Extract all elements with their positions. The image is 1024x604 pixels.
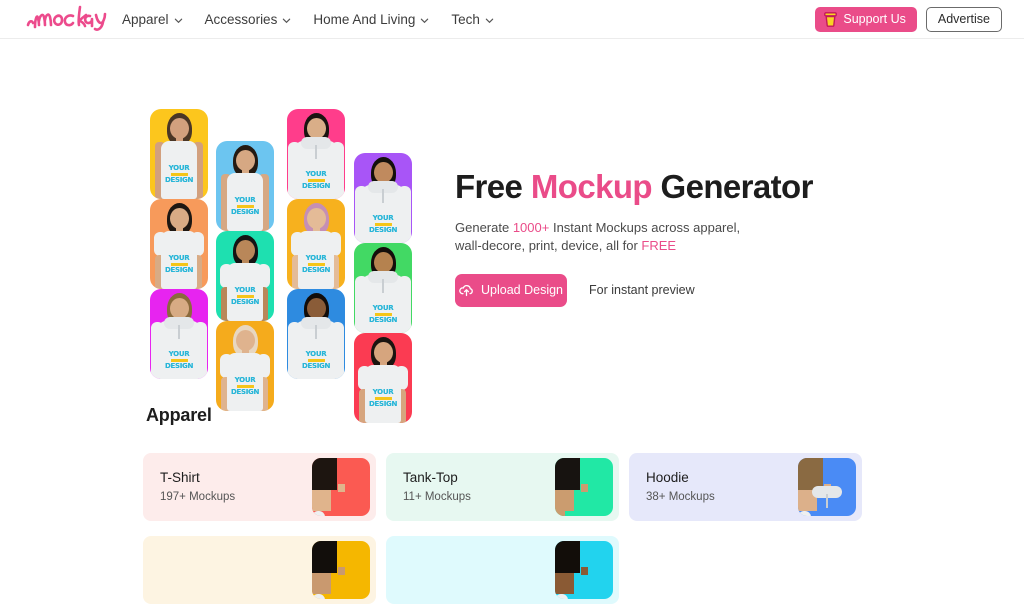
hero-mockup-tile: YOUR DESIGN (216, 321, 274, 411)
hero-title-part2: Generator (651, 168, 814, 205)
hero-mockup-tile: YOUR DESIGN (287, 289, 345, 379)
hero-mockup-tile: YOUR DESIGN (354, 153, 412, 243)
hero-mockup-grid: YOUR DESIGN YOUR DESIGN YOUR DESIGN YOUR DESIGN… (150, 101, 440, 423)
apparel-card-count: 38+ Mockups (646, 491, 715, 503)
coffee-cup-icon (824, 12, 838, 27)
hero-title-part1: Free (455, 168, 531, 205)
apparel-card-row-1: T-Shirt 197+ Mockups YOURDESIGN Tank-Top 11+… (143, 453, 863, 521)
hero-title: Free Mockup Generator (455, 167, 905, 207)
main-nav: Apparel Accessories Home And Living Tech (122, 0, 494, 39)
apparel-card-row-2: YOURDESIGN YOURDESIGN (143, 536, 863, 604)
apparel-card[interactable]: Hoodie 38+ Mockups YOURDESIGN (629, 453, 862, 521)
nav-item-apparel[interactable]: Apparel (122, 13, 183, 27)
hero-subtitle: Generate 1000+ Instant Mockups across ap… (455, 219, 747, 255)
hero-mockup-tile: YOUR DESIGN (354, 333, 412, 423)
nav-item-label: Apparel (122, 11, 169, 27)
hero-copy: Free Mockup Generator Generate 1000+ Ins… (455, 167, 905, 307)
apparel-card-thumbnail: YOURDESIGN (312, 458, 370, 516)
hero-title-accent: Mockup (530, 168, 653, 205)
mockey-script-wordmark-icon (26, 5, 107, 31)
chevron-down-icon (485, 16, 494, 25)
chevron-down-icon (174, 16, 183, 25)
apparel-card[interactable]: YOURDESIGN (386, 536, 619, 604)
nav-item-home-and-living[interactable]: Home And Living (313, 13, 429, 27)
apparel-card-label: Tank-Top (403, 470, 458, 485)
advertise-button[interactable]: Advertise (925, 7, 1002, 32)
hero-mockup-tile: YOUR DESIGN (150, 199, 208, 289)
apparel-card-count: 197+ Mockups (160, 491, 236, 503)
hero-cta-row: Upload Design For instant preview (455, 273, 905, 307)
nav-item-label: Accessories (204, 11, 278, 27)
hero-mockup-tile: YOUR DESIGN (150, 289, 208, 379)
hero-mockup-tile: YOUR DESIGN (354, 243, 412, 333)
apparel-card-label: T-Shirt (160, 470, 200, 485)
apparel-card-thumbnail: YOURDESIGN (555, 458, 613, 516)
nav-item-label: Tech (451, 11, 480, 27)
chevron-down-icon (282, 16, 291, 25)
apparel-card-label: Hoodie (646, 470, 689, 485)
apparel-card[interactable]: T-Shirt 197+ Mockups YOURDESIGN (143, 453, 376, 521)
mockey-logo[interactable] (24, 1, 110, 35)
upload-design-button[interactable]: Upload Design (455, 273, 567, 307)
support-us-button[interactable]: Support Us (815, 7, 917, 32)
hero-mockup-tile: YOUR DESIGN (216, 231, 274, 321)
hero-sub-pre: Generate (455, 219, 513, 235)
cloud-upload-icon (459, 284, 474, 297)
nav-item-label: Home And Living (313, 11, 416, 27)
hero-sub-free: FREE (641, 237, 677, 253)
cta-note: For instant preview (589, 283, 695, 298)
hero-section: YOUR DESIGN YOUR DESIGN YOUR DESIGN YOUR DESIGN… (0, 39, 1024, 423)
site-header: Apparel Accessories Home And Living Tech (0, 0, 1024, 39)
nav-item-accessories[interactable]: Accessories (205, 13, 292, 27)
hero-mockup-tile: YOUR DESIGN (287, 199, 345, 289)
nav-item-tech[interactable]: Tech (451, 13, 494, 27)
hero-mockup-tile: YOUR DESIGN (287, 109, 345, 199)
support-us-label: Support Us (843, 12, 906, 27)
upload-design-label: Upload Design (481, 282, 563, 297)
hero-mockup-tile: YOUR DESIGN (150, 109, 208, 199)
apparel-card[interactable]: YOURDESIGN (143, 536, 376, 604)
hero-sub-count: 1000+ (512, 219, 550, 235)
apparel-card-thumbnail: YOURDESIGN (312, 541, 370, 599)
apparel-card[interactable]: Tank-Top 11+ Mockups YOURDESIGN (386, 453, 619, 521)
hero-mockup-tile: YOUR DESIGN (216, 141, 274, 231)
header-actions: Support Us Advertise (815, 0, 1002, 39)
chevron-down-icon (420, 16, 429, 25)
apparel-card-thumbnail: YOURDESIGN (798, 458, 856, 516)
apparel-card-thumbnail: YOURDESIGN (555, 541, 613, 599)
section-title-apparel: Apparel (146, 405, 212, 425)
apparel-card-count: 11+ Mockups (403, 491, 471, 503)
